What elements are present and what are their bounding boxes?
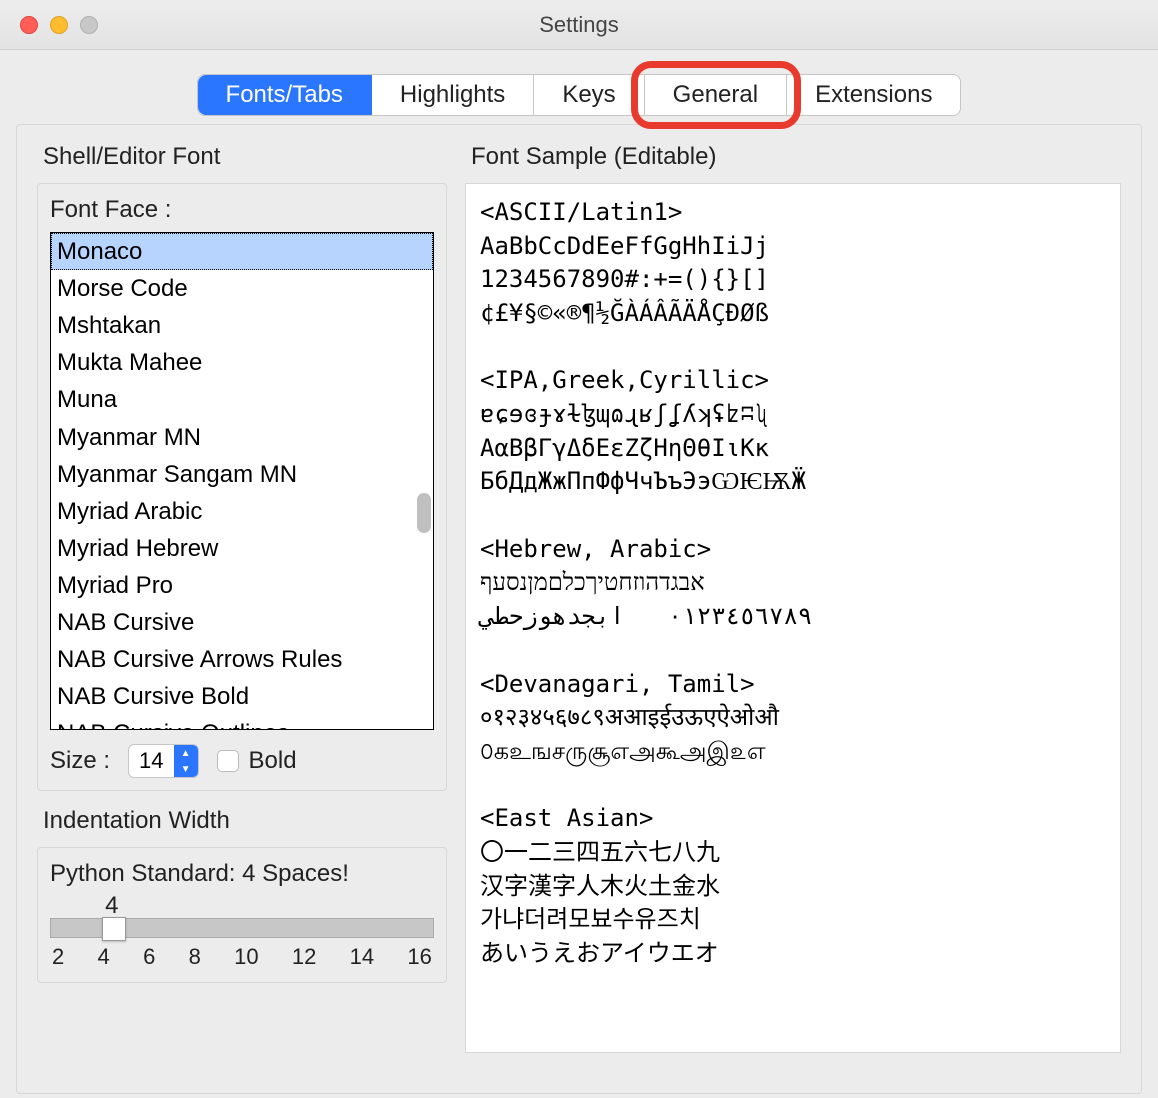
font-item[interactable]: Morse Code	[51, 270, 433, 307]
slider-thumb[interactable]	[102, 917, 126, 941]
indent-group: Python Standard: 4 Spaces! 4 24681012141…	[37, 847, 447, 983]
sample-block[interactable]: <ASCII/Latin1> AaBbCcDdEeFfGgHhIiJj 1234…	[480, 196, 1106, 330]
indent-value: 4	[105, 892, 118, 920]
font-item[interactable]: Myriad Pro	[51, 567, 433, 604]
tick-label: 12	[292, 944, 316, 970]
font-group: Font Face : MonacoMorse CodeMshtakanMukt…	[37, 183, 447, 791]
font-item[interactable]: Myanmar Sangam MN	[51, 456, 433, 493]
font-item[interactable]: NAB Cursive	[51, 604, 433, 641]
window-controls	[20, 16, 98, 34]
chevron-up-icon[interactable]: ▲	[174, 745, 198, 761]
window-title: Settings	[0, 12, 1158, 38]
stepper-buttons[interactable]: ▲ ▼	[174, 745, 198, 777]
indentation-width-title: Indentation Width	[43, 807, 447, 835]
minimize-icon[interactable]	[50, 16, 68, 34]
font-face-label: Font Face :	[50, 196, 434, 224]
size-value: 14	[129, 745, 173, 777]
font-item[interactable]: NAB Cursive Arrows Rules	[51, 641, 433, 678]
font-item[interactable]: Monaco	[51, 233, 433, 270]
font-item[interactable]: Myriad Arabic	[51, 493, 433, 530]
sample-block[interactable]: <East Asian> 〇一二三四五六七八九 汉字漢字人木火土金水 가냐더려모…	[480, 802, 1106, 970]
close-icon[interactable]	[20, 16, 38, 34]
titlebar: Settings	[0, 0, 1158, 50]
tab-general[interactable]: General	[645, 75, 787, 115]
tab-fonts-tabs[interactable]: Fonts/Tabs	[198, 75, 372, 115]
tick-label: 14	[350, 944, 374, 970]
slider-ticks: 2 4 6 8 10 12 14 16	[50, 944, 434, 970]
font-item[interactable]: NAB Cursive Bold	[51, 678, 433, 715]
zoom-icon[interactable]	[80, 16, 98, 34]
sample-block[interactable]: <Hebrew, Arabic> אבגדהוזחטיךכלםמןנסעף ٠١…	[480, 533, 1106, 634]
font-item[interactable]: NAB Cursive Outlines	[51, 715, 433, 730]
tick-label: 4	[98, 944, 110, 970]
bold-checkbox[interactable]	[217, 750, 239, 772]
sample-block[interactable]: <IPA,Greek,Cyrillic> ɐɕɘɞɟɤɫɮɰɷɻʁʃʆʎʞʢʫʭ…	[480, 364, 1106, 498]
size-stepper[interactable]: 14 ▲ ▼	[128, 744, 198, 778]
indent-slider[interactable]: 4 2 4 6 8 10 12 14 16	[50, 896, 434, 970]
font-face-list[interactable]: MonacoMorse CodeMshtakanMukta MaheeMunaM…	[50, 232, 434, 730]
python-standard-label: Python Standard: 4 Spaces!	[50, 860, 434, 888]
shell-editor-font-title: Shell/Editor Font	[43, 143, 447, 171]
font-item[interactable]: Mukta Mahee	[51, 344, 433, 381]
tab-extensions[interactable]: Extensions	[787, 75, 960, 115]
font-item[interactable]: Myanmar MN	[51, 419, 433, 456]
font-sample-title: Font Sample (Editable)	[471, 143, 1121, 171]
tab-keys[interactable]: Keys	[534, 75, 644, 115]
settings-panel: Shell/Editor Font Font Face : MonacoMors…	[16, 124, 1142, 1094]
size-label: Size :	[50, 747, 110, 775]
tab-row: Fonts/TabsHighlightsKeysGeneralExtension…	[16, 74, 1142, 116]
chevron-down-icon[interactable]: ▼	[174, 761, 198, 777]
tab-highlights[interactable]: Highlights	[372, 75, 534, 115]
tick-label: 10	[234, 944, 258, 970]
slider-track[interactable]	[50, 918, 434, 938]
sample-block[interactable]: <Devanagari, Tamil> ०१२३४५६७८९अआइईउऊएऐओऔ…	[480, 668, 1106, 769]
tick-label: 16	[407, 944, 431, 970]
scrollbar-thumb[interactable]	[417, 493, 431, 533]
tick-label: 6	[143, 944, 155, 970]
tab-group: Fonts/TabsHighlightsKeysGeneralExtension…	[197, 74, 962, 116]
font-sample-textarea[interactable]: <ASCII/Latin1> AaBbCcDdEeFfGgHhIiJj 1234…	[465, 183, 1121, 1053]
font-item[interactable]: Myriad Hebrew	[51, 530, 433, 567]
font-item[interactable]: Mshtakan	[51, 307, 433, 344]
bold-label: Bold	[249, 747, 297, 775]
font-item[interactable]: Muna	[51, 381, 433, 418]
tick-label: 2	[52, 944, 64, 970]
tick-label: 8	[189, 944, 201, 970]
